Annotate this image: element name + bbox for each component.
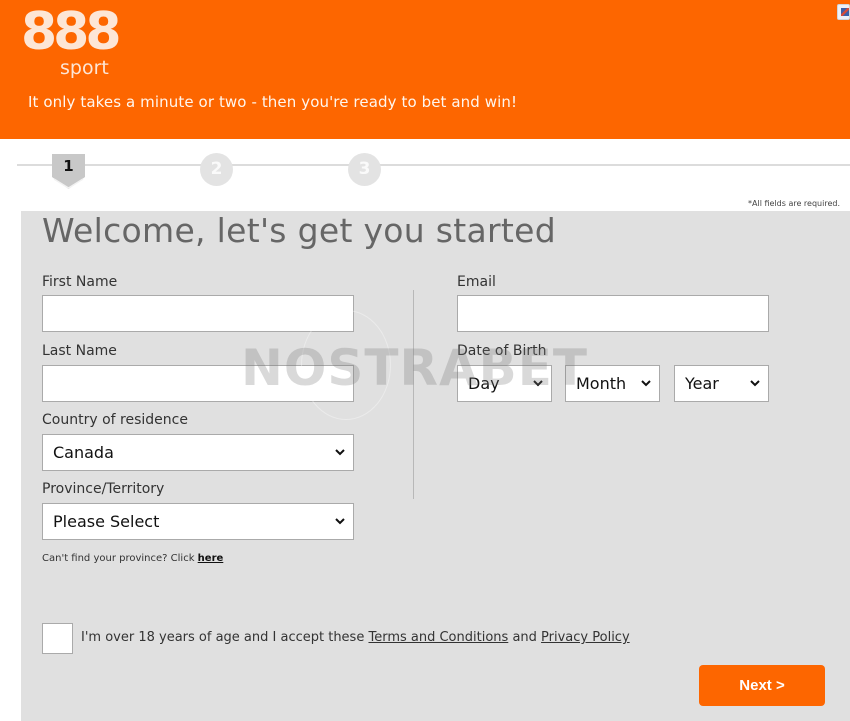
consent-text-and: and bbox=[512, 630, 537, 645]
form-title: Welcome, let's get you started bbox=[42, 211, 557, 250]
province-select[interactable]: Please Select bbox=[42, 503, 354, 540]
dob-label: Date of Birth bbox=[457, 343, 547, 359]
province-label: Province/Territory bbox=[42, 481, 165, 497]
chevron-down-icon bbox=[750, 380, 760, 387]
province-hint: Can't find your province? Click here bbox=[42, 553, 223, 564]
consent-text-before: I'm over 18 years of age and I accept th… bbox=[81, 630, 365, 645]
logo-word: sport bbox=[60, 57, 109, 79]
dob-day-select[interactable]: Day bbox=[457, 365, 552, 402]
header: 888 sport It only takes a minute or two … bbox=[0, 0, 850, 139]
step-3: 3 bbox=[348, 153, 381, 186]
flag-icon[interactable] bbox=[837, 4, 850, 20]
last-name-input[interactable] bbox=[42, 365, 354, 402]
required-note: *All fields are required. bbox=[748, 199, 840, 208]
province-hint-text: Can't find your province? Click bbox=[42, 553, 195, 564]
first-name-input[interactable] bbox=[42, 295, 354, 332]
first-name-label: First Name bbox=[42, 274, 118, 290]
registration-form: Welcome, let's get you started First Nam… bbox=[21, 211, 850, 721]
step-2: 2 bbox=[200, 153, 233, 186]
province-hint-link[interactable]: here bbox=[198, 553, 224, 564]
chevron-down-icon bbox=[533, 380, 543, 387]
consent-text: I'm over 18 years of age and I accept th… bbox=[81, 630, 630, 645]
next-button[interactable]: Next > bbox=[699, 665, 825, 706]
country-label: Country of residence bbox=[42, 412, 188, 428]
logo-888sport[interactable]: 888 sport bbox=[21, 2, 122, 80]
chevron-down-icon bbox=[641, 380, 651, 387]
age-consent-checkbox[interactable] bbox=[42, 623, 73, 654]
dob-month-select[interactable]: Month bbox=[565, 365, 660, 402]
logo-number: 888 bbox=[21, 2, 122, 62]
country-value: Canada bbox=[53, 443, 114, 462]
last-name-label: Last Name bbox=[42, 343, 117, 359]
chevron-down-icon bbox=[335, 449, 345, 456]
step-1-active: 1 bbox=[52, 154, 85, 189]
email-input[interactable] bbox=[457, 295, 769, 332]
step-indicator: 1 2 3 bbox=[0, 139, 850, 199]
terms-link[interactable]: Terms and Conditions bbox=[368, 630, 508, 645]
province-value: Please Select bbox=[53, 512, 160, 531]
step-1-number: 1 bbox=[63, 157, 74, 175]
step-line bbox=[17, 164, 850, 166]
privacy-link[interactable]: Privacy Policy bbox=[541, 630, 630, 645]
column-divider bbox=[413, 290, 414, 499]
email-label: Email bbox=[457, 274, 496, 290]
tagline: It only takes a minute or two - then you… bbox=[28, 93, 518, 111]
dob-year-select[interactable]: Year bbox=[674, 365, 769, 402]
chevron-down-icon bbox=[335, 518, 345, 525]
country-select[interactable]: Canada bbox=[42, 434, 354, 471]
